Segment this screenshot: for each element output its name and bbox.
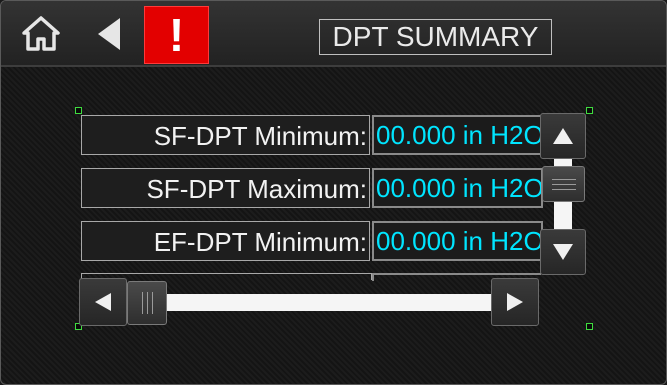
scroll-up-button[interactable]: [540, 113, 586, 159]
horizontal-scrollbar-track[interactable]: [125, 294, 497, 311]
scroll-down-button[interactable]: [540, 229, 586, 275]
hmi-screen: ! DPT SUMMARY SF-DPT Minimum: 00.000 in …: [0, 0, 667, 385]
sf-dpt-minimum-label: SF-DPT Minimum:: [81, 115, 370, 155]
grip-line: [151, 292, 153, 314]
selection-handle-top-left: [75, 107, 82, 114]
ef-dpt-minimum-field[interactable]: 00.000 in H2O: [372, 221, 543, 261]
top-bar: ! DPT SUMMARY: [1, 1, 666, 67]
selection-handle-top-right: [586, 107, 593, 114]
scroll-left-button[interactable]: [79, 278, 127, 326]
sf-dpt-maximum-field[interactable]: 00.000 in H2O: [372, 168, 543, 208]
vertical-scrollbar-thumb[interactable]: [542, 166, 585, 202]
selection-handle-bottom-right: [586, 323, 593, 330]
scroll-right-button[interactable]: [491, 278, 539, 326]
grip-line: [551, 178, 576, 180]
triangle-up-icon: [553, 128, 573, 144]
grip-line: [141, 292, 143, 314]
home-icon: [22, 16, 60, 51]
grip-line: [551, 183, 576, 185]
alarm-button[interactable]: !: [144, 6, 209, 64]
triangle-right-icon: [507, 293, 523, 311]
home-button[interactable]: [9, 6, 73, 62]
alarm-icon: !: [168, 9, 185, 61]
horizontal-scrollbar-thumb[interactable]: [127, 281, 167, 325]
sf-dpt-maximum-label: SF-DPT Maximum:: [81, 168, 370, 208]
page-title: DPT SUMMARY: [319, 19, 552, 55]
ef-dpt-minimum-label: EF-DPT Minimum:: [81, 221, 370, 261]
grip-line: [146, 292, 148, 314]
back-button[interactable]: [77, 6, 141, 62]
sf-dpt-minimum-field[interactable]: 00.000 in H2O: [372, 115, 543, 155]
triangle-down-icon: [553, 244, 573, 260]
back-arrow-icon: [98, 18, 120, 50]
triangle-left-icon: [95, 293, 111, 311]
grip-line: [551, 188, 576, 190]
